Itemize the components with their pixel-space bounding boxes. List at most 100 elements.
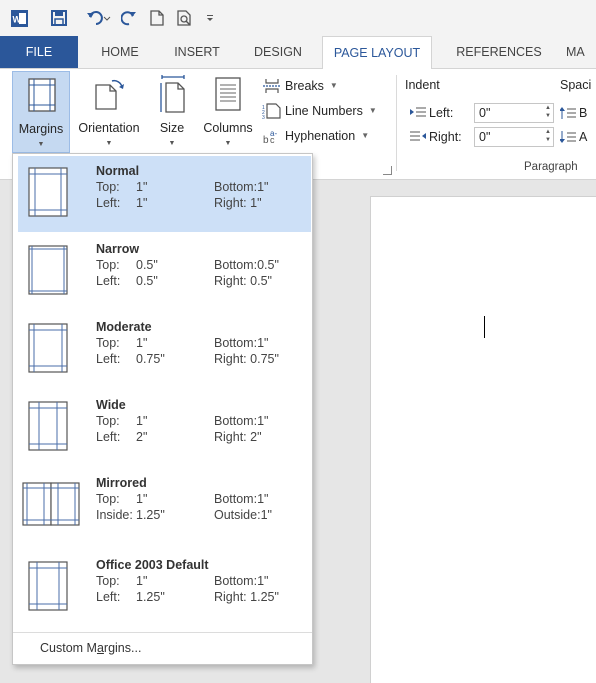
word-logo-icon[interactable]: W [10, 9, 28, 27]
spacing-after-label: A [579, 130, 588, 144]
indent-left-input[interactable]: 0" ▲ ▼ [474, 103, 554, 123]
margin-option-mirrored[interactable]: Mirrored Top: 1" Bottom:1" Inside: 1.25" Out… [18, 468, 311, 544]
margin-option-side-row: Inside: 1.25" Outside:1" [96, 508, 272, 522]
columns-label: Columns [203, 121, 253, 135]
margin-option-top-row: Top: 1" Bottom:1" [96, 574, 269, 588]
indent-right-label: Right: [429, 130, 462, 144]
custom-margins-menu-item[interactable]: Custom Margins... [40, 641, 141, 655]
margin-option-side-row: Left: 2" Right: 2" [96, 430, 262, 444]
new-document-icon[interactable] [148, 9, 166, 27]
margin-option-normal[interactable]: Normal Top: 1" Bottom:1" Left: 1" Right: 1" [18, 156, 311, 232]
columns-button[interactable]: Columns ▼ [198, 71, 258, 153]
size-button[interactable]: Size ▼ [150, 71, 194, 153]
spacing-before-label: B [579, 106, 588, 120]
margin-option-wide[interactable]: Wide Top: 1" Bottom:1" Left: 2" Right: 2" [18, 390, 311, 466]
margins-button[interactable]: Margins ▼ [12, 71, 70, 153]
margin-option-name: Normal [96, 164, 140, 178]
breaks-dropdown-arrow-icon: ▼ [329, 81, 338, 90]
margin-option-top-row: Top: 1" Bottom:1" [96, 492, 269, 506]
indent-left-icon [410, 107, 426, 117]
hyphenation-button[interactable]: b a- c Hyphenation ▼ [262, 125, 369, 147]
indent-left-label: Left: [429, 106, 454, 120]
margins-label: Margins [18, 122, 64, 136]
spacing-title: Spaci [560, 78, 592, 92]
undo-icon[interactable] [86, 9, 112, 27]
normal-margins-icon [28, 167, 68, 217]
columns-icon [215, 77, 241, 111]
margin-option-side-row: Left: 1.25" Right: 1.25" [96, 590, 279, 604]
orientation-icon [95, 79, 124, 110]
margins-dropdown-arrow-icon: ▼ [37, 141, 45, 148]
moderate-margins-icon [28, 323, 68, 373]
indent-right-label-row: Right: [410, 126, 462, 148]
margin-option-name: Office 2003 Default [96, 558, 209, 572]
svg-text:c: c [270, 135, 275, 144]
size-dropdown-arrow-icon: ▼ [168, 140, 176, 147]
page-setup-launcher-icon[interactable] [383, 166, 392, 175]
margin-option-side-row: Left: 1" Right: 1" [96, 196, 262, 210]
indent-right-icon [410, 131, 426, 141]
tab-home[interactable]: HOME [90, 36, 150, 68]
orientation-label: Orientation [78, 121, 140, 135]
indent-left-label-row: Left: [410, 102, 453, 124]
hyphenation-icon: b a- c [263, 129, 277, 144]
quick-access-toolbar: W [0, 0, 596, 36]
margin-option-top-row: Top: 0.5" Bottom:0.5" [96, 258, 279, 272]
wide-margins-icon [28, 401, 68, 451]
line-numbers-label: Line Numbers [285, 104, 363, 118]
margins-icon [28, 78, 56, 112]
spacing-before-icon [560, 107, 576, 119]
margin-option-name: Narrow [96, 242, 140, 256]
margins-dropdown-menu: Normal Top: 1" Bottom:1" Left: 1" Right: 1" … [12, 153, 313, 665]
tab-file[interactable]: FILE [0, 36, 78, 68]
menu-separator [13, 632, 312, 633]
group-separator [396, 75, 397, 171]
line-numbers-icon: 1 2 3 [262, 103, 281, 119]
indent-left-value: 0" [479, 106, 491, 120]
columns-dropdown-arrow-icon: ▼ [224, 140, 232, 147]
breaks-icon [263, 79, 281, 93]
svg-text:W: W [12, 14, 21, 24]
tab-page-layout[interactable]: PAGE LAYOUT [322, 36, 432, 69]
orientation-button[interactable]: Orientation ▼ [72, 71, 146, 153]
text-cursor [484, 316, 485, 338]
margin-option-narrow[interactable]: Narrow Top: 0.5" Bottom:0.5" Left: 0.5" Righ… [18, 234, 311, 310]
svg-text:b: b [263, 135, 269, 144]
hyphenation-dropdown-arrow-icon: ▼ [361, 131, 370, 140]
margin-option-top-row: Top: 1" Bottom:1" [96, 336, 269, 350]
indent-left-spinner-icon[interactable]: ▲ ▼ [545, 104, 551, 120]
size-label: Size [159, 121, 185, 135]
indent-title: Indent [405, 78, 440, 92]
line-numbers-button[interactable]: 1 2 3 Line Numbers ▼ [262, 100, 377, 122]
indent-right-spinner-icon[interactable]: ▲ ▼ [545, 128, 551, 144]
margin-option-side-row: Left: 0.75" Right: 0.75" [96, 352, 279, 366]
margin-option-top-row: Top: 1" Bottom:1" [96, 414, 269, 428]
narrow-margins-icon [28, 245, 68, 295]
margin-option-office-2003-default[interactable]: Office 2003 Default Top: 1" Bottom:1" Left… [18, 550, 311, 626]
customize-qat-icon[interactable] [204, 9, 216, 27]
margin-option-name: Mirrored [96, 476, 147, 490]
margin-option-side-row: Left: 0.5" Right: 0.5" [96, 274, 272, 288]
tab-references[interactable]: REFERENCES [440, 36, 558, 68]
redo-icon[interactable] [120, 9, 138, 27]
spacing-before-row: B [560, 102, 587, 124]
size-icon [160, 75, 185, 113]
margin-option-name: Wide [96, 398, 126, 412]
hyphenation-label: Hyphenation [285, 129, 356, 143]
tab-design[interactable]: DESIGN [244, 36, 312, 68]
document-page[interactable] [370, 196, 596, 683]
tab-mailings[interactable]: MA [566, 36, 596, 68]
margin-option-moderate[interactable]: Moderate Top: 1" Bottom:1" Left: 0.75" Right… [18, 312, 311, 388]
spacing-after-row: A [560, 126, 587, 148]
ribbon-tab-bar: FILE HOME INSERT DESIGN PAGE LAYOUT REFE… [0, 36, 596, 69]
office-2003-margins-icon [28, 561, 68, 611]
save-icon[interactable] [50, 9, 68, 27]
margin-option-top-row: Top: 1" Bottom:1" [96, 180, 269, 194]
breaks-button[interactable]: Breaks ▼ [262, 75, 338, 97]
indent-right-input[interactable]: 0" ▲ ▼ [474, 127, 554, 147]
margin-option-name: Moderate [96, 320, 152, 334]
breaks-label: Breaks [285, 79, 324, 93]
print-preview-icon[interactable] [176, 9, 194, 27]
line-numbers-dropdown-arrow-icon: ▼ [368, 106, 377, 115]
tab-insert[interactable]: INSERT [162, 36, 232, 68]
